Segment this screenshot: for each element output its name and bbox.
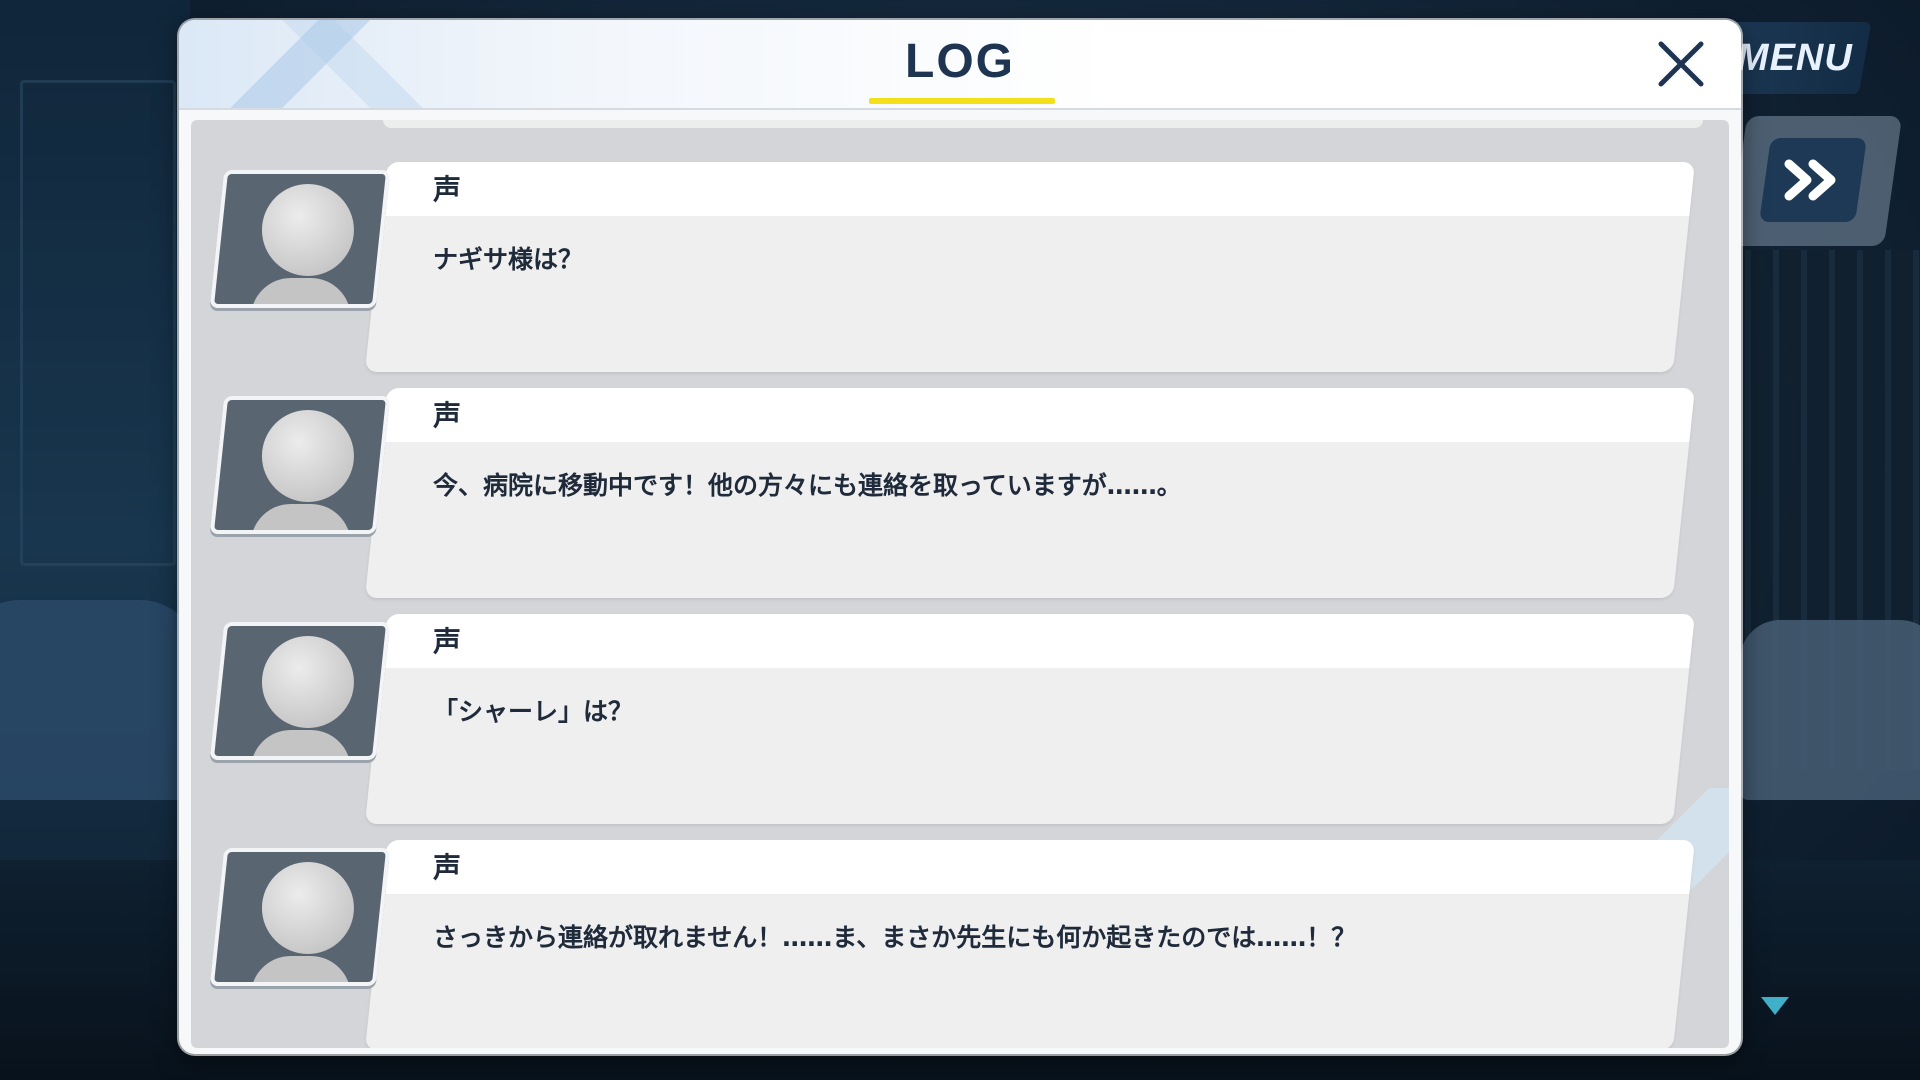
speaker-name-bar bbox=[381, 840, 1695, 894]
silhouette-avatar-icon bbox=[209, 848, 391, 986]
speaker-name: 声 bbox=[433, 625, 462, 658]
background-wall-panel bbox=[20, 80, 176, 566]
menu-button[interactable]: MENU bbox=[1718, 22, 1872, 94]
dialog-header: LOG bbox=[179, 20, 1741, 110]
speaker-name: 声 bbox=[433, 399, 462, 432]
dialogue-text: 今、病院に移動中です！他の方々にも連絡を取っていますが……。 bbox=[433, 471, 1182, 500]
log-scroll-area[interactable]: 声 ナギサ様は？ 声 今、病院に移動中です！他の方々にも連絡を取っていますが……… bbox=[191, 120, 1729, 1048]
speaker-name: 声 bbox=[433, 173, 462, 206]
menu-button-label: MENU bbox=[1737, 36, 1853, 79]
avatar-head bbox=[261, 410, 354, 502]
speaker-name: 声 bbox=[433, 851, 462, 884]
silhouette-avatar-icon bbox=[209, 622, 391, 760]
dialogue-text: 「シャーレ」は？ bbox=[433, 697, 634, 726]
silhouette-avatar-icon bbox=[209, 170, 391, 308]
log-entry: 声 さっきから連絡が取れません！……ま、まさか先生にも何か起きたのでは……！？ bbox=[191, 840, 1729, 1048]
title-underline bbox=[869, 98, 1055, 104]
avatar-shoulders bbox=[250, 504, 351, 534]
log-dialog: LOG 声 ナギサ様は？ 声 今、病院に移動中です！他の方々にも連絡を取っていま… bbox=[179, 20, 1741, 1054]
log-entry: 声 ナギサ様は？ bbox=[191, 162, 1729, 374]
speaker-name-bar bbox=[381, 614, 1695, 668]
avatar-head bbox=[261, 184, 354, 276]
dialogue-text: さっきから連絡が取れません！……ま、まさか先生にも何か起きたのでは……！？ bbox=[433, 923, 1357, 952]
previous-entry-edge bbox=[383, 120, 1703, 128]
close-button[interactable] bbox=[1649, 32, 1713, 96]
background-sofa-left bbox=[0, 600, 200, 800]
dialog-title: LOG bbox=[905, 35, 1015, 88]
speaker-name-bar bbox=[381, 162, 1695, 216]
avatar-shoulders bbox=[250, 956, 351, 986]
fast-forward-icon bbox=[1784, 159, 1836, 201]
speaker-name-bar bbox=[381, 388, 1695, 442]
avatar-shoulders bbox=[250, 278, 351, 308]
avatar-head bbox=[261, 636, 354, 728]
close-icon bbox=[1658, 41, 1704, 87]
dialogue-text: ナギサ様は？ bbox=[433, 245, 584, 274]
log-entry: 声 「シャーレ」は？ bbox=[191, 614, 1729, 826]
triangle-down-icon[interactable] bbox=[1759, 995, 1791, 1017]
avatar-shoulders bbox=[250, 730, 351, 760]
skip-button[interactable] bbox=[1759, 138, 1867, 222]
avatar-head bbox=[261, 862, 354, 954]
background-sofa-right bbox=[1740, 620, 1920, 800]
silhouette-avatar-icon bbox=[209, 396, 391, 534]
log-entry: 声 今、病院に移動中です！他の方々にも連絡を取っていますが……。 bbox=[191, 388, 1729, 600]
game-scene: MENU LOG 声 ナギサ様は？ 声 今、病院に移動中です！他の方々にも連絡を… bbox=[0, 0, 1920, 1080]
